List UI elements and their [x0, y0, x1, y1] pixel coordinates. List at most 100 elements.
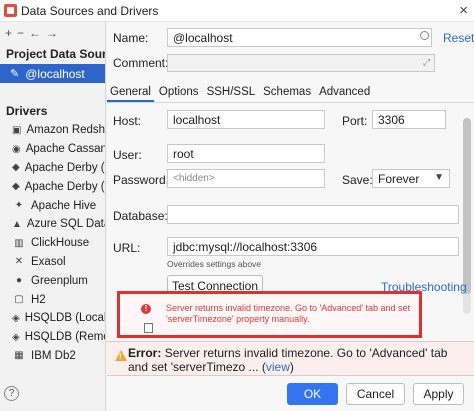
tab-options[interactable]: Options: [156, 84, 202, 102]
greenplum-icon: ●: [15, 275, 23, 287]
driver-label: Greenplum: [31, 274, 88, 287]
driver-item[interactable]: ▣ Amazon Redshift: [0, 121, 105, 140]
add-icon[interactable]: +: [5, 26, 12, 40]
left-toolbar: + − ← →: [0, 22, 105, 44]
error-bar: Error: Server returns invalid timezone. …: [107, 341, 474, 376]
reset-link[interactable]: Reset: [443, 31, 474, 45]
host-label: Host:: [113, 114, 142, 128]
data-source-label: @localhost: [25, 66, 85, 81]
forward-icon[interactable]: →: [46, 26, 58, 40]
close-icon[interactable]: ×: [459, 2, 468, 19]
help-icon[interactable]: ?: [4, 386, 19, 401]
hive-icon: ✦: [14, 200, 24, 212]
error-prefix: Error:: [128, 346, 162, 360]
driver-item[interactable]: ◈ HSQLDB (Local): [0, 309, 105, 328]
tab-advanced[interactable]: Advanced: [316, 84, 373, 102]
save-value: Forever: [378, 172, 420, 186]
ok-button[interactable]: OK: [287, 383, 338, 405]
scroll-thumb[interactable]: [463, 118, 471, 294]
database-label: Database:: [113, 209, 168, 223]
clickhouse-icon: ▥: [14, 237, 24, 249]
driver-label: HSQLDB (Remot: [24, 331, 106, 344]
azure-icon: ▲: [12, 218, 22, 230]
title-bar: Data Sources and Drivers ×: [0, 0, 474, 22]
expand-icon[interactable]: ⤢: [423, 57, 430, 68]
app-icon: [4, 4, 17, 17]
popup-error-message: Server returns invalid timezone. Go to '…: [166, 303, 411, 324]
driver-label: Apache Hive: [31, 199, 97, 212]
database-field[interactable]: [167, 205, 459, 224]
save-label: Save:: [342, 173, 373, 187]
url-field[interactable]: jdbc:mysql://localhost:3306: [167, 237, 459, 256]
cancel-button[interactable]: Cancel: [346, 383, 405, 405]
mysql-dolphin-icon: ✎: [10, 68, 20, 80]
driver-label: H2: [31, 293, 46, 306]
tab-schemas[interactable]: Schemas: [260, 84, 314, 102]
driver-item[interactable]: ▲ Azure SQL Datab: [0, 215, 105, 234]
hsqldb-icon: ◈: [12, 312, 20, 324]
chevron-down-icon: ▼: [434, 172, 444, 183]
warning-icon: [115, 350, 127, 361]
color-circle-icon[interactable]: [420, 31, 429, 40]
copy-icon[interactable]: [141, 320, 153, 333]
driver-label: ClickHouse: [31, 237, 90, 250]
password-label: Password:: [113, 173, 170, 187]
user-field[interactable]: root: [167, 144, 325, 163]
derby-icon: ◆: [12, 181, 20, 193]
view-link[interactable]: view: [266, 360, 290, 374]
driver-item[interactable]: ◆ Apache Derby (R: [0, 177, 105, 196]
driver-item[interactable]: ✕ Exasol: [0, 253, 105, 272]
driver-item[interactable]: ◆ Apache Derby (E: [0, 159, 105, 178]
driver-item[interactable]: ● Greenplum: [0, 271, 105, 290]
driver-list: ▣ Amazon Redshift ◉ Apache Cassandra ◆ Apache…: [0, 121, 105, 365]
h2-icon: ▢: [14, 294, 24, 306]
driver-item[interactable]: ◈ HSQLDB (Remot: [0, 328, 105, 347]
error-suffix: ): [289, 360, 294, 374]
exasol-icon: ✕: [14, 256, 24, 268]
cassandra-icon: ◉: [12, 143, 21, 155]
overrides-note: Overrides settings above: [167, 259, 262, 269]
left-pane: + − ← → Project Data Sources ✎ @localhos…: [0, 22, 106, 411]
driver-label: Exasol: [31, 255, 66, 268]
user-label: User:: [113, 148, 142, 162]
derby-icon: ◆: [12, 162, 20, 174]
driver-label: HSQLDB (Local): [24, 312, 106, 325]
tab-ssh-ssl[interactable]: SSH/SSL: [204, 84, 259, 102]
driver-item[interactable]: ▢ H2: [0, 290, 105, 309]
driver-item[interactable]: ▥ ClickHouse: [0, 234, 105, 253]
driver-item[interactable]: ✦ Apache Hive: [0, 196, 105, 215]
driver-label: IBM Db2: [31, 349, 76, 362]
port-label: Port:: [342, 114, 368, 128]
hsqldb-icon: ◈: [12, 331, 20, 343]
right-pane: Name: @localhost Reset Comment: ⤢ Genera…: [107, 22, 474, 411]
comment-field[interactable]: [167, 54, 435, 72]
driver-label: Apache Cassandra: [25, 143, 106, 156]
driver-item[interactable]: ▦ IBM Db2: [0, 347, 105, 366]
host-field[interactable]: localhost: [167, 110, 325, 129]
data-source-item[interactable]: ✎ @localhost: [0, 64, 105, 83]
driver-label: Apache Derby (E: [24, 161, 106, 174]
driver-label: Azure SQL Datab: [26, 218, 105, 231]
url-label: URL:: [113, 241, 141, 255]
redshift-icon: ▣: [12, 124, 22, 136]
driver-item[interactable]: ◉ Apache Cassandra: [0, 140, 105, 159]
save-dropdown[interactable]: Forever ▼: [372, 169, 450, 188]
port-field[interactable]: 3306: [372, 110, 446, 129]
project-data-sources-header: Project Data Sources: [6, 47, 105, 61]
db2-icon: ▦: [14, 350, 24, 362]
window-title: Data Sources and Drivers: [21, 3, 159, 18]
tab-strip: General Options SSH/SSL Schemas Advanced: [107, 84, 474, 103]
comment-label: Comment:: [113, 56, 169, 70]
driver-label: Amazon Redshift: [26, 124, 106, 137]
error-message: Error: Server returns invalid timezone. …: [128, 346, 454, 374]
remove-icon[interactable]: −: [17, 26, 24, 40]
driver-label: Apache Derby (R: [24, 180, 106, 193]
back-icon[interactable]: ←: [29, 26, 41, 40]
error-icon: !: [141, 304, 151, 314]
drivers-header: Drivers: [6, 104, 48, 118]
password-field[interactable]: <hidden>: [167, 169, 325, 188]
name-field[interactable]: @localhost: [167, 28, 432, 47]
apply-button[interactable]: Apply: [413, 383, 464, 405]
name-label: Name:: [113, 31, 149, 45]
tab-general[interactable]: General: [107, 84, 154, 102]
